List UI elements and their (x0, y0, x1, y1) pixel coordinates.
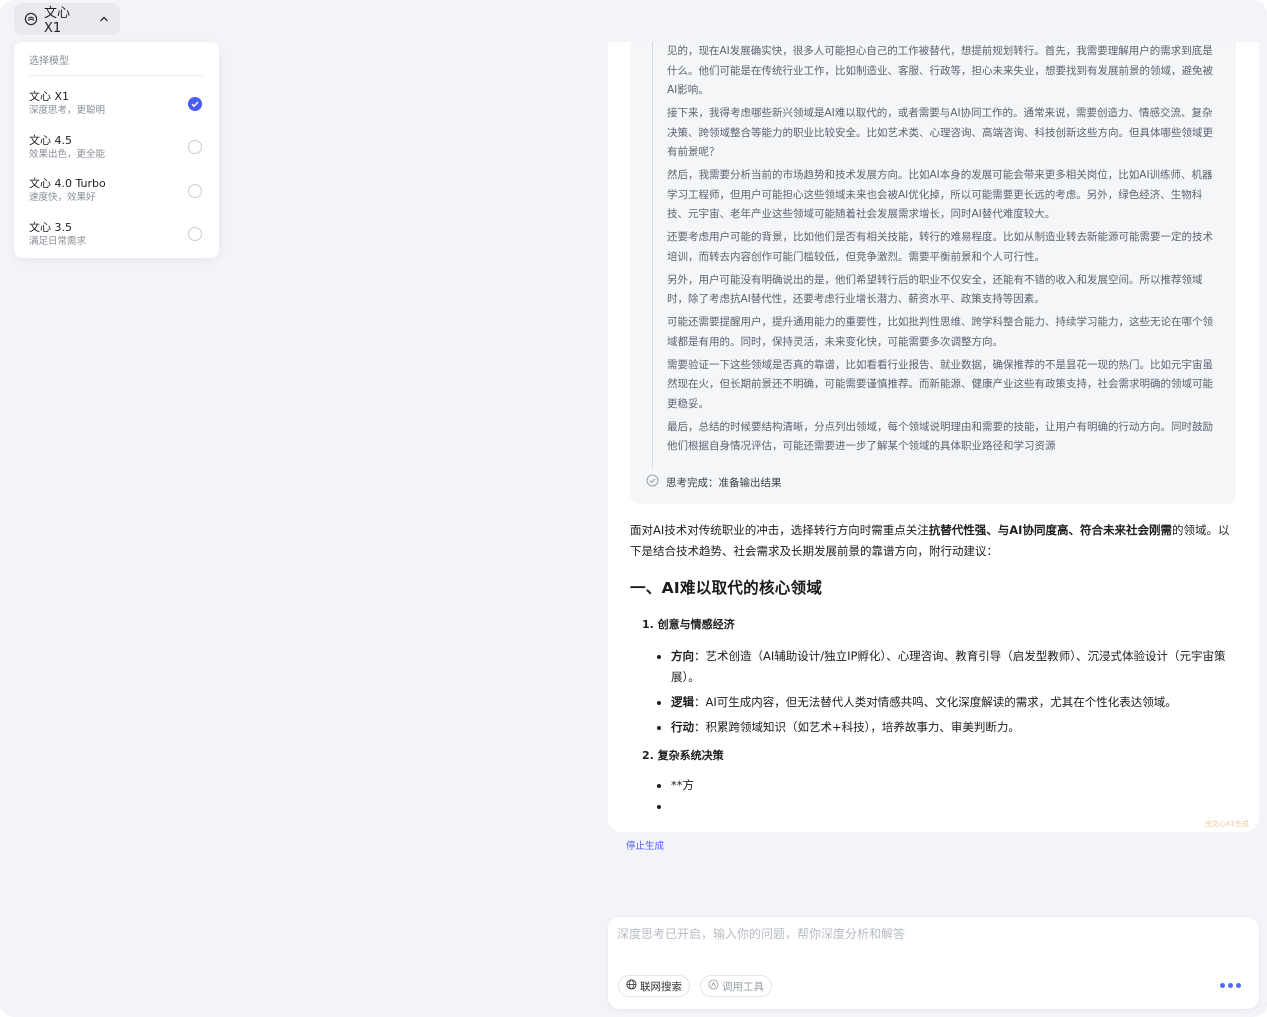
thinking-status[interactable]: 思考完成：准备输出结果 (646, 474, 782, 490)
tool-icon (708, 979, 719, 993)
chat-input[interactable] (617, 923, 1237, 945)
model-dropdown: 选择模型 文心 X1 深度思考，更聪明 文心 4.5 效果出色，更全能 文心 4… (14, 42, 219, 258)
model-option-desc: 深度思考，更聪明 (29, 105, 106, 117)
thinking-divider-line (652, 42, 653, 468)
call-tools-toggle[interactable]: 调用工具 (700, 975, 772, 997)
model-option-desc: 速度快，效果好 (29, 192, 96, 204)
model-option-x1[interactable]: 文心 X1 深度思考，更聪明 (29, 82, 204, 126)
call-tools-label: 调用工具 (722, 980, 764, 993)
thinking-panel: 见的，现在AI发展确实快，很多人可能担心自己的工作被替代，想提前规划转行。首先，… (630, 42, 1236, 504)
model-option-name: 文心 3.5 (29, 220, 72, 234)
thinking-paragraph: 见的，现在AI发展确实快，很多人可能担心自己的工作被替代，想提前规划转行。首先，… (667, 45, 1213, 96)
bullet-label: 方向 (671, 649, 694, 663)
model-option-desc: 满足日常需求 (29, 235, 87, 247)
thinking-paragraph: 然后，我需要分析当前的市场趋势和技术发展方向。比如AI本身的发展可能会带来更多相… (667, 169, 1213, 220)
answer-intro-text: 面对AI技术对传统职业的冲击，选择转行方向时需重点关注 (630, 523, 929, 537)
thinking-status-label: 思考完成：准备输出结果 (666, 476, 782, 489)
more-options-icon[interactable] (1220, 983, 1241, 988)
model-option-name: 文心 4.5 (29, 133, 72, 147)
bullet-item-partial: **方 (656, 775, 1238, 796)
answer-heading: 一、AI难以取代的核心领域 (630, 579, 823, 597)
thinking-paragraph: 另外，用户可能没有明确说出的是，他们希望转行后的职业不仅安全，还能有不错的收入和… (667, 273, 1203, 306)
web-search-label: 联网搜索 (640, 980, 682, 993)
thinking-paragraph: 接下来，我得考虑哪些新兴领域是AI难以取代的，或者需要与AI协同工作的。通常来说… (667, 107, 1213, 158)
model-option-4-5[interactable]: 文心 4.5 效果出色，更全能 (29, 126, 204, 170)
model-option-4-0-turbo[interactable]: 文心 4.0 Turbo 速度快，效果好 (29, 169, 204, 213)
thinking-paragraph: 还要考虑用户可能的背景，比如他们是否有相关技能，转行的难易程度。比如从制造业转去… (667, 231, 1213, 263)
check-circle-icon[interactable] (188, 96, 202, 111)
model-option-name: 文心 4.0 Turbo (29, 177, 106, 191)
radio-circle-icon[interactable] (188, 183, 202, 198)
bullet-label: 逻辑 (671, 695, 694, 709)
model-selector-button[interactable]: 文心 X1 (14, 3, 120, 36)
app-window: 文心 X1 选择模型 文心 X1 深度思考，更聪明 文心 4.5 效果出色，更全… (0, 0, 1267, 1017)
chat-input-card: 联网搜索 调用工具 (608, 917, 1259, 1009)
answer-intro-emphasis: 抗替代性强、与AI协同度高、符合未来社会刚需 (928, 523, 1172, 537)
bullet-item: 逻辑：AI可生成内容，但无法替代人类对情感共鸣、文化深度解读的需求，尤其在个性化… (656, 692, 1238, 713)
dropdown-title: 选择模型 (29, 52, 204, 76)
bullet-text: ：AI可生成内容，但无法替代人类对情感共鸣、文化深度解读的需求，尤其在个性化表达… (694, 695, 1177, 709)
thinking-paragraph: 可能还需要提醒用户，提升通用能力的重要性，比如批判性思维、跨学科整合能力、持续学… (667, 316, 1213, 348)
bullet-label: 行动 (671, 720, 694, 734)
stop-generation-button[interactable]: 停止生成 (626, 838, 664, 852)
chevron-up-icon (98, 13, 110, 25)
bullet-text: ：艺术创造（AI辅助设计/独立IP孵化）、心理咨询、教育引导（启发型教师）、沉浸… (671, 649, 1226, 684)
numbered-item: 1. 创意与情感经济 (642, 618, 735, 631)
web-search-toggle[interactable]: 联网搜索 (618, 975, 690, 997)
bullet-text: ：积累跨领域知识（如艺术+科技），培养故事力、审美判断力。 (694, 720, 1020, 734)
globe-icon (626, 979, 637, 993)
assistant-message-card: 见的，现在AI发展确实快，很多人可能担心自己的工作被替代，想提前规划转行。首先，… (608, 42, 1259, 832)
numbered-item: 2. 复杂系统决策 (642, 749, 724, 762)
ai-generated-watermark: 由文心X1生成 (1204, 820, 1249, 828)
bullet-item: 方向：艺术创造（AI辅助设计/独立IP孵化）、心理咨询、教育引导（启发型教师）、… (656, 646, 1238, 688)
answer-intro: 面对AI技术对传统职业的冲击，选择转行方向时需重点关注抗替代性强、与AI协同度高… (630, 520, 1238, 562)
thinking-content: 见的，现在AI发展确实快，很多人可能担心自己的工作被替代，想提前规划转行。首先，… (667, 42, 1219, 460)
bullet-item: 行动：积累跨领域知识（如艺术+科技），培养故事力、审美判断力。 (656, 717, 1238, 738)
model-option-3-5[interactable]: 文心 3.5 满足日常需求 (29, 213, 204, 257)
check-circle-outline-icon (646, 474, 659, 490)
model-option-desc: 效果出色，更全能 (29, 148, 106, 160)
thinking-paragraph: 最后，总结的时候要结构清晰，分点列出领域，每个领域说明理由和需要的技能，让用户有… (667, 420, 1213, 453)
thinking-paragraph: 需要验证一下这些领域是否真的靠谱，比如看看行业报告、就业数据，确保推荐的不是昙花… (667, 358, 1213, 410)
model-option-name: 文心 X1 (29, 90, 70, 104)
model-selector-label: 文心 X1 (44, 6, 71, 36)
model-logo-icon (24, 12, 38, 26)
